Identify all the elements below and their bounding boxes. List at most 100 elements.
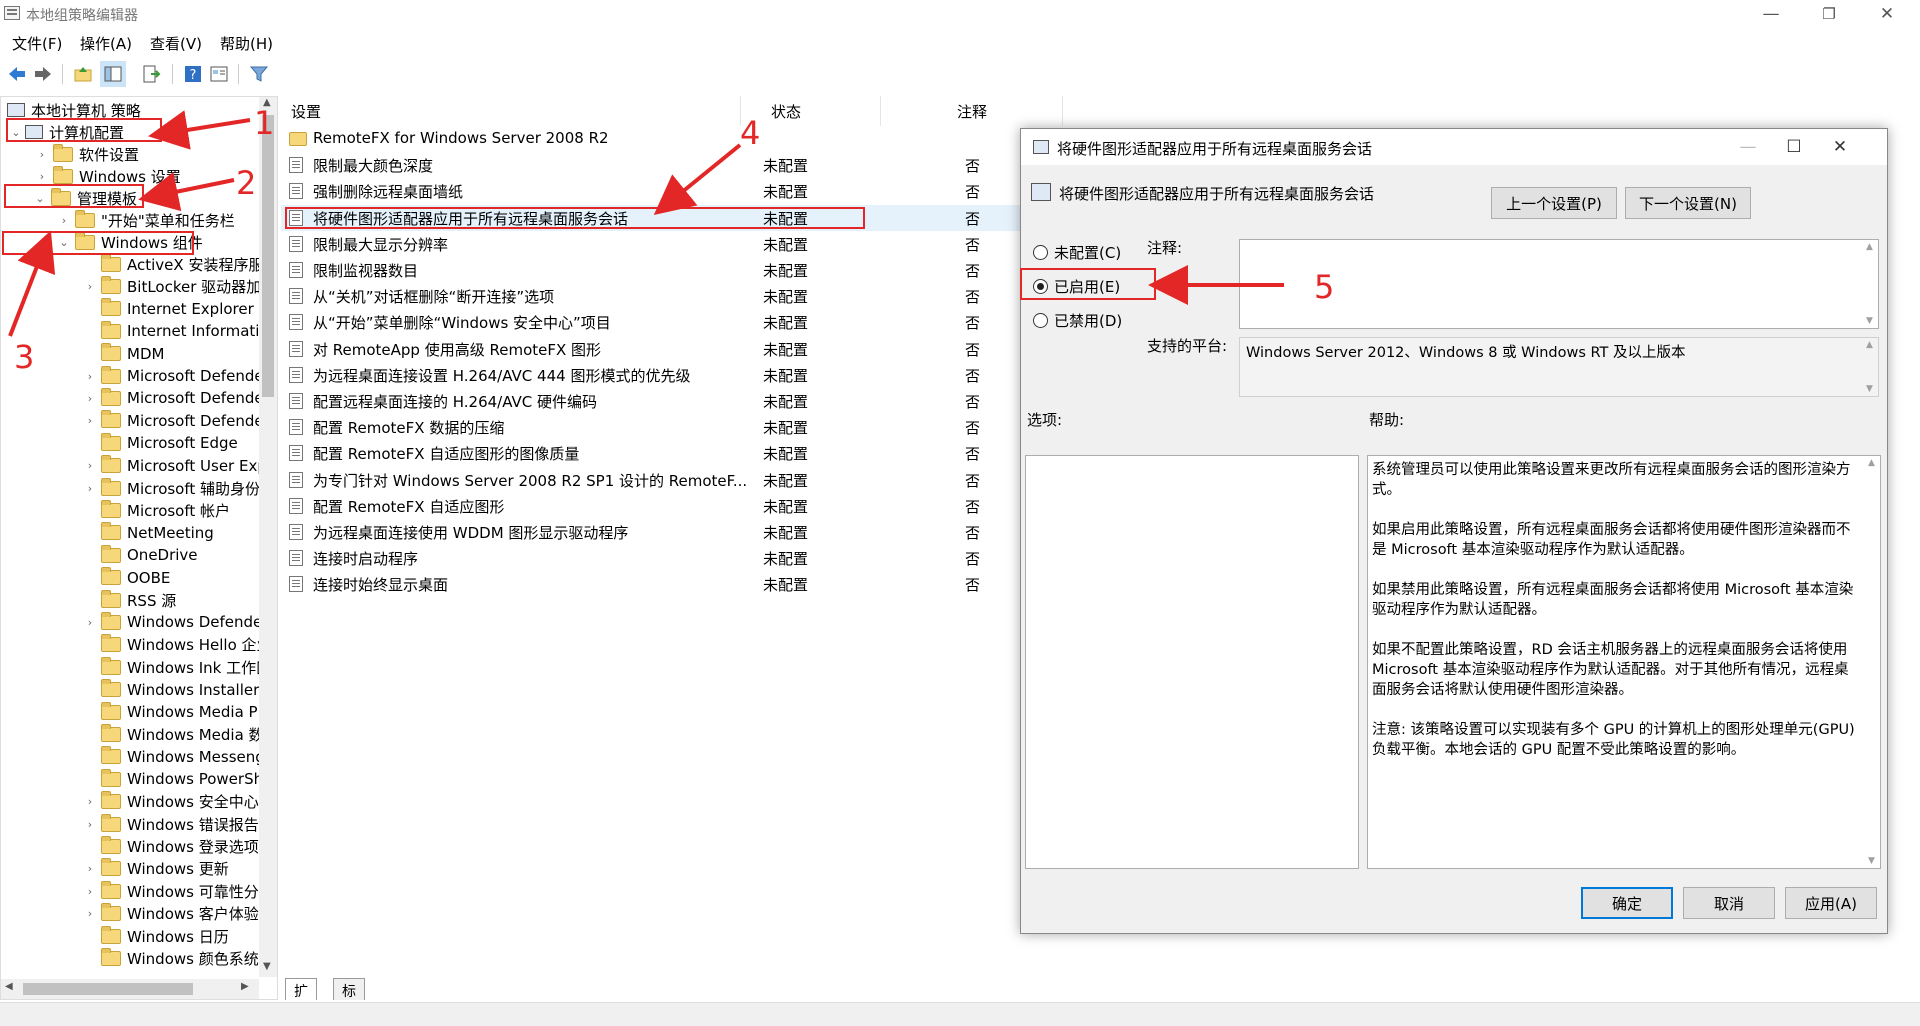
policy-row[interactable]: 对 RemoteApp 使用高级 RemoteFX 图形 未配置 否 xyxy=(281,336,1021,362)
tree-item-component[interactable]: NetMeeting xyxy=(83,522,214,544)
policy-row[interactable]: 连接时启动程序 未配置 否 xyxy=(281,545,1021,571)
previous-setting-button[interactable]: 上一个设置(P) xyxy=(1491,187,1617,219)
tree-item-component[interactable]: Internet Informatio xyxy=(83,320,269,342)
tree-item-component[interactable]: › BitLocker 驱动器加 xyxy=(83,275,261,297)
tree-item-component[interactable]: Windows Media 数 xyxy=(83,723,264,745)
tree-item-component[interactable]: › Windows 错误报告 xyxy=(83,813,259,835)
tree-item-component[interactable]: Windows Installer xyxy=(83,679,259,701)
close-button[interactable]: ✕ xyxy=(1858,0,1916,28)
policy-row[interactable]: 配置远程桌面连接的 H.264/AVC 硬件编码 未配置 否 xyxy=(281,388,1021,414)
chevron-right-icon[interactable]: › xyxy=(83,616,97,629)
tree-item-component[interactable]: Windows 登录选项 xyxy=(83,835,259,857)
menu-action[interactable]: 操作(A) xyxy=(80,33,132,54)
tree-item-component[interactable]: Internet Explorer xyxy=(83,298,254,320)
column-header-state[interactable]: 状态 xyxy=(771,96,881,126)
tree-item-component[interactable]: Windows Media Pla xyxy=(83,701,271,723)
tree-vertical-scrollbar[interactable]: ▲ ▼ xyxy=(259,97,277,977)
chevron-right-icon[interactable]: › xyxy=(83,370,97,383)
dialog-close-button[interactable]: ✕ xyxy=(1817,133,1863,161)
tree-item-component[interactable]: › Windows Defende xyxy=(83,611,262,633)
apply-button[interactable]: 应用(A) xyxy=(1785,887,1877,919)
platform-scrollbar[interactable]: ▲ ▼ xyxy=(1862,338,1878,396)
policy-row[interactable]: 连接时始终显示桌面 未配置 否 xyxy=(281,571,1021,597)
tree-item-component[interactable]: MDM xyxy=(83,343,164,365)
chevron-right-icon[interactable]: › xyxy=(35,170,49,183)
next-setting-button[interactable]: 下一个设置(N) xyxy=(1625,187,1751,219)
help-scrollbar[interactable]: ▲ ▼ xyxy=(1864,456,1880,868)
policy-row[interactable]: 为专门针对 Windows Server 2008 R2 SP1 设计的 Rem… xyxy=(281,467,1021,493)
tree-item-component[interactable]: Windows 日历 xyxy=(83,925,229,947)
tab-standard[interactable]: 标准 xyxy=(333,978,365,1020)
chevron-right-icon[interactable]: › xyxy=(83,482,97,495)
maximize-button[interactable]: ❐ xyxy=(1800,0,1858,28)
tree-item-component[interactable]: › Windows 更新 xyxy=(83,858,229,880)
ok-button[interactable]: 确定 xyxy=(1581,887,1673,919)
tree-item-component[interactable]: › Microsoft Defende xyxy=(83,410,264,432)
policy-row[interactable]: 从“关机”对话框删除“断开连接”选项 未配置 否 xyxy=(281,283,1021,309)
dialog-minimize-button[interactable]: — xyxy=(1725,133,1771,161)
minimize-button[interactable]: — xyxy=(1742,0,1800,28)
tree-item-component[interactable]: Windows Ink 工作区 xyxy=(83,656,271,678)
radio-disabled[interactable]: 已禁用(D) xyxy=(1033,307,1122,333)
tree-horizontal-scrollbar[interactable]: ◀ ▶ xyxy=(1,979,259,999)
chevron-right-icon[interactable]: › xyxy=(83,795,97,808)
radio-button[interactable] xyxy=(1033,244,1048,260)
tree-hscroll-thumb[interactable] xyxy=(23,983,193,995)
policy-row[interactable]: 为远程桌面连接设置 H.264/AVC 444 图形模式的优先级 未配置 否 xyxy=(281,362,1021,388)
chevron-right-icon[interactable]: › xyxy=(57,214,71,227)
policy-row[interactable]: RemoteFX for Windows Server 2008 R2 xyxy=(281,126,1021,152)
tree-item-component[interactable]: OneDrive xyxy=(83,544,198,566)
tree-item-software-settings[interactable]: › 软件设置 xyxy=(35,143,139,165)
chevron-right-icon[interactable]: › xyxy=(83,885,97,898)
policy-row[interactable]: 配置 RemoteFX 数据的压缩 未配置 否 xyxy=(281,414,1021,440)
menu-view[interactable]: 查看(V) xyxy=(150,33,202,54)
policy-row[interactable]: 配置 RemoteFX 自适应图形的图像质量 未配置 否 xyxy=(281,440,1021,466)
tree-item-component[interactable]: › Microsoft 辅助身份 xyxy=(83,477,260,499)
show-hide-tree-button[interactable] xyxy=(100,61,126,87)
tree-scroll-thumb[interactable] xyxy=(262,115,274,397)
chevron-right-icon[interactable]: › xyxy=(83,862,97,875)
menu-help[interactable]: 帮助(H) xyxy=(220,33,273,54)
tree-item-component[interactable]: Windows Messeng xyxy=(83,746,265,768)
up-folder-button[interactable] xyxy=(70,61,96,87)
policy-row[interactable]: 限制最大颜色深度 未配置 否 xyxy=(281,152,1021,178)
menu-file[interactable]: 文件(F) xyxy=(12,33,62,54)
policy-row[interactable]: 为远程桌面连接使用 WDDM 图形显示驱动程序 未配置 否 xyxy=(281,519,1021,545)
radio-button[interactable] xyxy=(1033,312,1048,328)
tree-item-component[interactable]: › Windows 安全中心 xyxy=(83,791,259,813)
policy-row[interactable]: 配置 RemoteFX 自适应图形 未配置 否 xyxy=(281,493,1021,519)
tree-item-component[interactable]: › Windows 客户体验 xyxy=(83,903,259,925)
cancel-button[interactable]: 取消 xyxy=(1683,887,1775,919)
tree-item-component[interactable]: Windows 颜色系统 xyxy=(83,947,259,969)
tree-item-component[interactable]: › Windows 可靠性分 xyxy=(83,880,259,902)
tree-item-component[interactable]: Windows Hello 企业 xyxy=(83,634,272,656)
export-list-button[interactable] xyxy=(138,61,164,87)
back-button[interactable] xyxy=(4,61,30,87)
tab-extended[interactable]: 扩展 xyxy=(285,978,317,1020)
chevron-right-icon[interactable]: › xyxy=(83,280,97,293)
policy-row[interactable]: 限制最大显示分辨率 未配置 否 xyxy=(281,231,1021,257)
policy-row[interactable]: 从“开始”菜单删除“Windows 安全中心”项目 未配置 否 xyxy=(281,309,1021,335)
chevron-right-icon[interactable]: › xyxy=(83,818,97,831)
chevron-right-icon[interactable]: › xyxy=(35,148,49,161)
chevron-right-icon[interactable]: › xyxy=(83,907,97,920)
tree-item-component[interactable]: Windows PowerSh xyxy=(83,768,263,790)
chevron-right-icon[interactable]: › xyxy=(83,414,97,427)
tree-item-start-menu[interactable]: › "开始"菜单和任务栏 xyxy=(57,209,235,231)
comment-scrollbar[interactable]: ▲ ▼ xyxy=(1862,240,1878,328)
dialog-maximize-button[interactable]: ☐ xyxy=(1771,133,1817,161)
radio-not-configured[interactable]: 未配置(C) xyxy=(1033,239,1121,265)
policy-row[interactable]: 强制删除远程桌面墙纸 未配置 否 xyxy=(281,178,1021,204)
tree-item-component[interactable]: OOBE xyxy=(83,567,170,589)
tree-item-component[interactable]: › Microsoft Defende xyxy=(83,387,264,409)
column-header-setting[interactable]: 设置 xyxy=(291,96,741,126)
column-header-note[interactable]: 注释 xyxy=(957,96,1063,126)
scroll-right-icon[interactable]: ▶ xyxy=(241,981,249,992)
properties-button[interactable] xyxy=(206,61,232,87)
tree-item-component[interactable]: Microsoft Edge xyxy=(83,432,238,454)
tree-item-component[interactable]: RSS 源 xyxy=(83,589,176,611)
policy-row[interactable]: 限制监视器数目 未配置 否 xyxy=(281,257,1021,283)
forward-button[interactable] xyxy=(30,61,56,87)
filter-button[interactable] xyxy=(246,61,272,87)
chevron-right-icon[interactable]: › xyxy=(83,459,97,472)
